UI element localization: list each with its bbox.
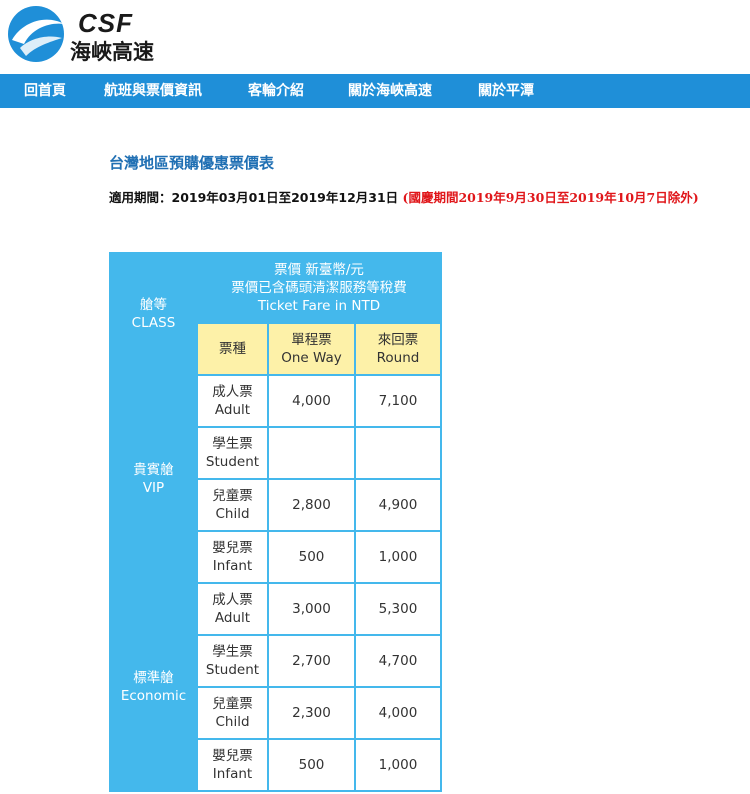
oneway-price: 500 (267, 738, 356, 792)
oneway-price: 2,700 (267, 634, 356, 688)
round-header-en: Round (376, 350, 420, 366)
nav-item-about-pingtan[interactable]: 關於平潭 (478, 74, 534, 108)
ticket-type-zh: 兒童票 (212, 488, 253, 504)
oneway-price: 2,800 (267, 478, 356, 532)
ticket-type-en: Child (215, 714, 250, 730)
oneway-price (267, 426, 356, 480)
ticket-type-en: Infant (212, 766, 253, 782)
ticket-type-en: Student (205, 454, 260, 470)
logo-company-name: 海峽高速 (70, 40, 154, 64)
ticket-type-cell: 學生票 Student (196, 426, 269, 480)
class-name-en: VIP (142, 480, 165, 496)
validity-period: 適用期間：2019年03月01日至2019年12月31日 (國慶期間2019年9… (109, 187, 699, 206)
class-header-zh: 艙等 (140, 297, 167, 313)
table-row: 標準艙 Economic 成人票 Adult 3,000 5,300 (109, 582, 442, 792)
nav-item-home[interactable]: 回首頁 (24, 74, 66, 108)
fare-header: 票價 新臺幣/元 票價已含碼頭清潔服務等稅費 Ticket Fare in NT… (196, 252, 442, 324)
ticket-type-header: 票種 (196, 322, 269, 376)
class-cell-vip: 貴賓艙 VIP (109, 374, 198, 584)
oneway-price: 4,000 (267, 374, 356, 428)
round-header-zh: 來回票 (377, 332, 419, 348)
round-price (354, 426, 442, 480)
fare-header-line1: 票價 新臺幣/元 (274, 262, 364, 278)
round-price: 1,000 (354, 738, 442, 792)
ticket-type-en: Child (215, 506, 250, 522)
class-name-en: Economic (120, 688, 187, 704)
fare-header-line3: Ticket Fare in NTD (257, 298, 381, 314)
oneway-header: 單程票 One Way (267, 322, 356, 376)
fare-table: 艙等 CLASS 票價 新臺幣/元 票價已含碼頭清潔服務等稅費 Ticket F… (109, 252, 442, 792)
ticket-type-cell: 成人票 Adult (196, 374, 269, 428)
class-cell-economic: 標準艙 Economic (109, 582, 198, 792)
period-exception: (國慶期間2019年9月30日至2019年10月7日除外) (402, 190, 699, 205)
page-title: 台灣地區預購優惠票價表 (109, 154, 275, 172)
nav-item-about-company[interactable]: 關於海峽高速 (348, 74, 432, 108)
ticket-type-cell: 學生票 Student (196, 634, 269, 688)
table-row: 貴賓艙 VIP 成人票 Adult 4,000 7,100 (109, 374, 442, 584)
period-label: 適用期間：2019年03月01日至2019年12月31日 (109, 190, 399, 205)
ticket-type-zh: 學生票 (212, 644, 253, 660)
class-header-en: CLASS (131, 315, 176, 331)
ticket-type-cell: 嬰兒票 Infant (196, 738, 269, 792)
nav-item-schedule-fares[interactable]: 航班與票價資訊 (104, 74, 202, 108)
oneway-header-zh: 單程票 (291, 332, 332, 348)
oneway-header-en: One Way (281, 350, 342, 366)
round-price: 1,000 (354, 530, 442, 584)
ticket-type-zh: 嬰兒票 (212, 748, 253, 764)
ticket-type-zh: 兒童票 (212, 696, 253, 712)
ticket-type-en: Infant (212, 558, 253, 574)
logo-brand-text: CSF (78, 8, 133, 38)
ticket-type-cell: 嬰兒票 Infant (196, 530, 269, 584)
ticket-type-zh: 成人票 (212, 592, 253, 608)
round-price: 5,300 (354, 582, 442, 636)
round-price: 4,900 (354, 478, 442, 532)
ticket-type-cell: 成人票 Adult (196, 582, 269, 636)
main-nav: 回首頁 航班與票價資訊 客輪介紹 關於海峽高速 關於平潭 (0, 74, 750, 108)
ticket-type-en: Adult (214, 610, 251, 626)
ticket-type-cell: 兒童票 Child (196, 686, 269, 740)
nav-item-ferry-intro[interactable]: 客輪介紹 (248, 74, 304, 108)
ticket-type-zh: 成人票 (212, 384, 253, 400)
round-price: 7,100 (354, 374, 442, 428)
ticket-type-cell: 兒童票 Child (196, 478, 269, 532)
ticket-type-zh: 嬰兒票 (212, 540, 253, 556)
fare-header-line2: 票價已含碼頭清潔服務等稅費 (231, 280, 407, 296)
round-header: 來回票 Round (354, 322, 442, 376)
class-header: 艙等 CLASS (109, 252, 198, 376)
round-price: 4,000 (354, 686, 442, 740)
round-price: 4,700 (354, 634, 442, 688)
oneway-price: 500 (267, 530, 356, 584)
class-name-zh: 標準艙 (133, 670, 174, 686)
ticket-type-en: Adult (214, 402, 251, 418)
logo-swirl-icon (8, 6, 64, 62)
oneway-price: 2,300 (267, 686, 356, 740)
oneway-price: 3,000 (267, 582, 356, 636)
site-header: CSF 海峽高速 (0, 0, 750, 74)
site-logo[interactable]: CSF 海峽高速 (6, 4, 176, 64)
ticket-type-zh: 學生票 (212, 436, 253, 452)
class-name-zh: 貴賓艙 (133, 462, 174, 478)
ticket-type-en: Student (205, 662, 260, 678)
